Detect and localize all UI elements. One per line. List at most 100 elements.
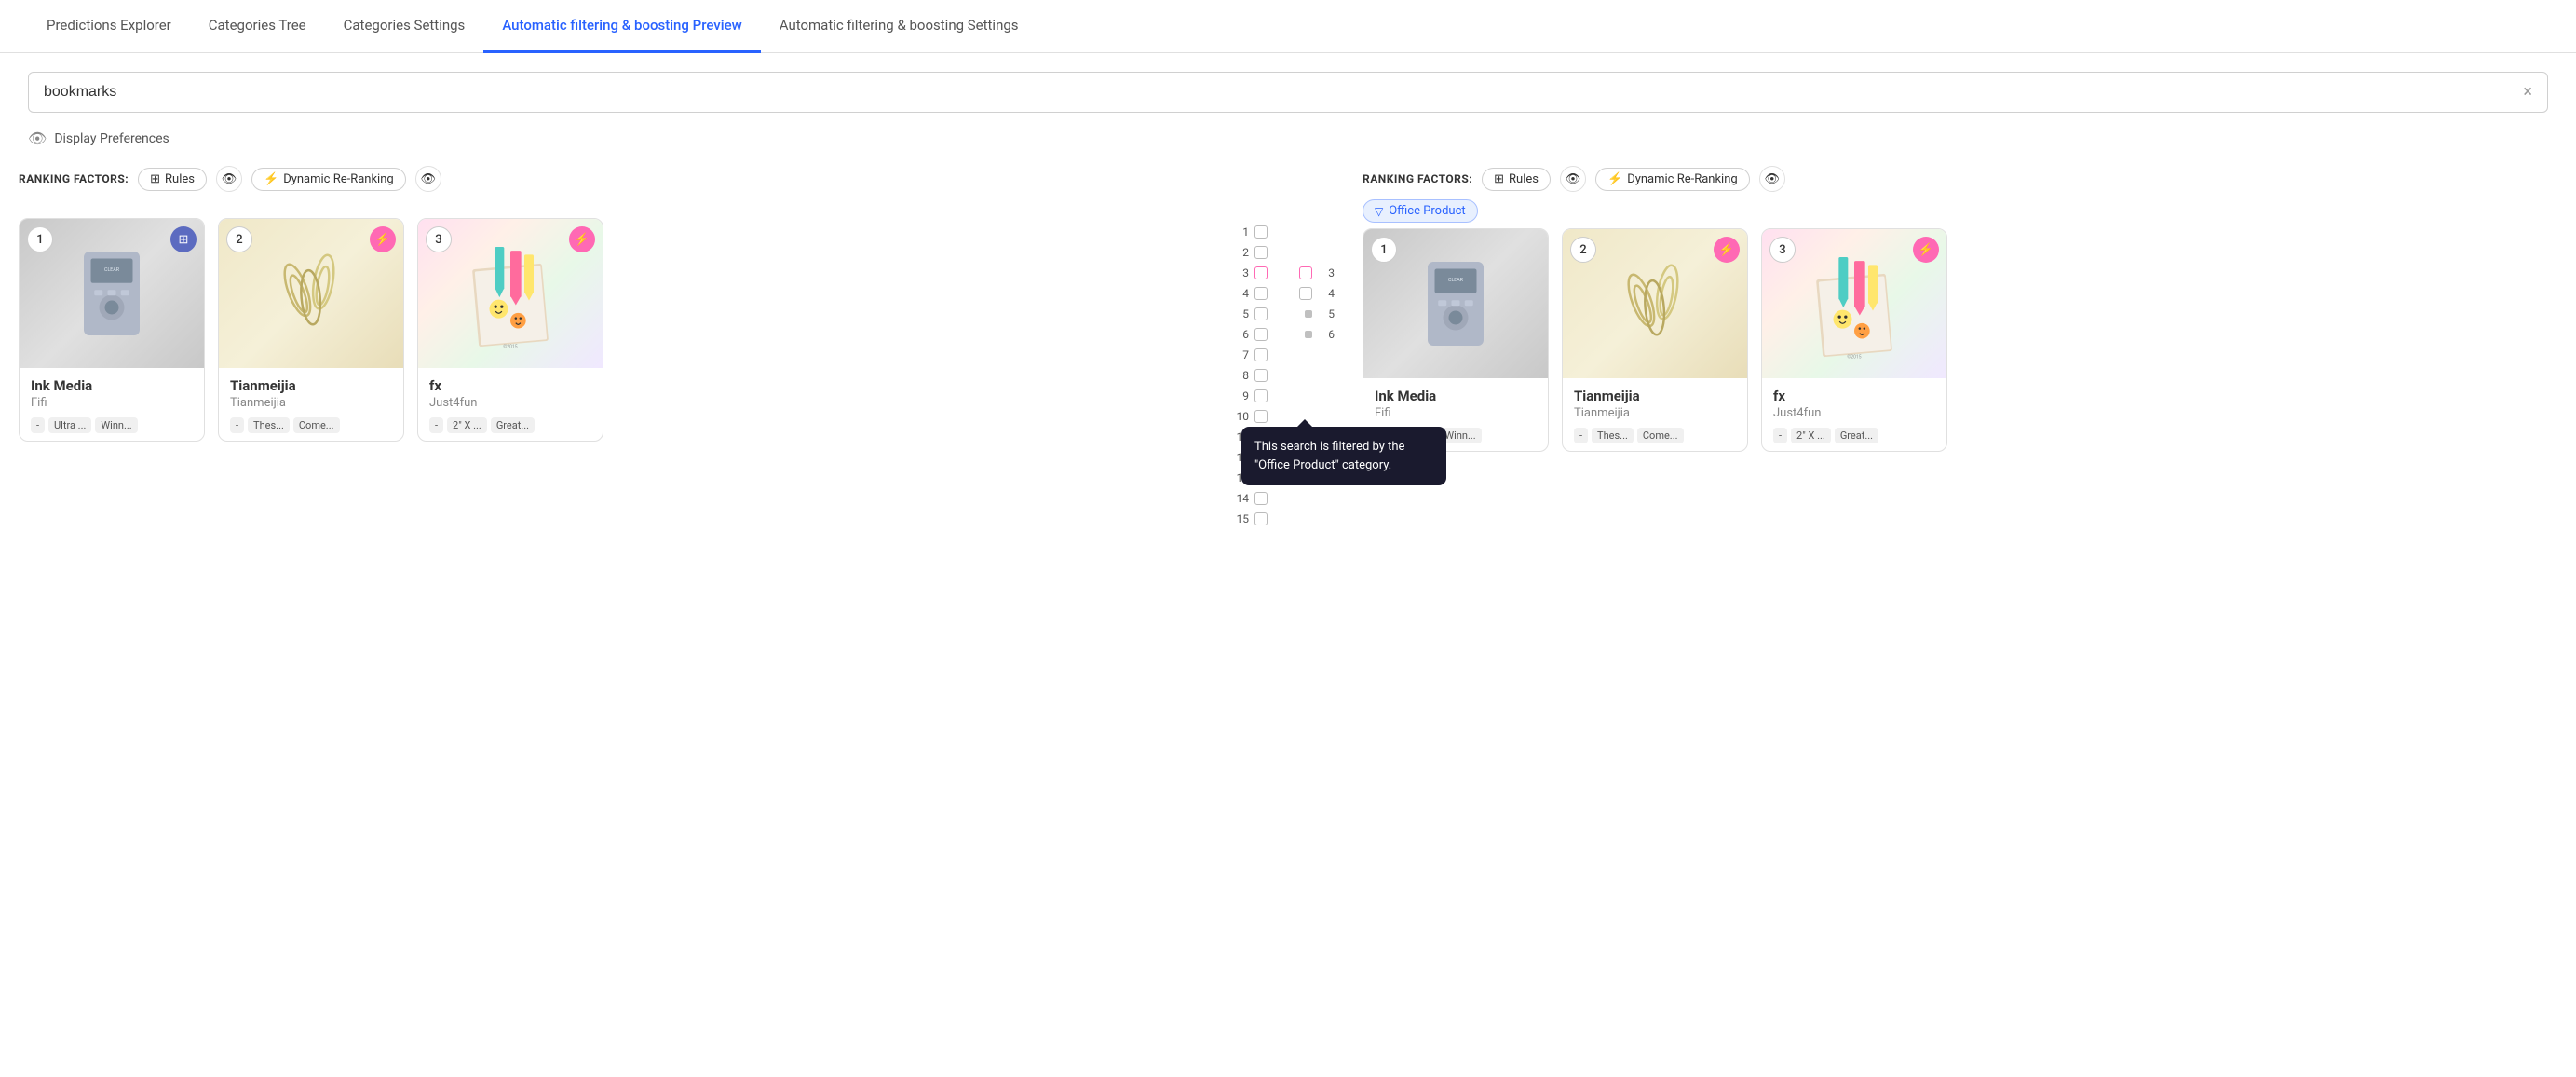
right-card-1: CLEAR 1 Ink Media Fifi - Ultra ... Winn.… (1363, 228, 1549, 452)
right-card-3-subtitle: Just4fun (1773, 406, 1935, 420)
right-card-3-tags: - 2" X ... Great... (1773, 428, 1935, 443)
rank-row-6: 6 6 (1232, 324, 1335, 345)
right-card-3-badge: ⚡ (1913, 237, 1939, 263)
rank-checkbox-14[interactable] (1254, 492, 1268, 505)
rank-row-4: 4 4 (1232, 283, 1335, 304)
right-card-1-position: 1 (1371, 237, 1397, 263)
left-rules-pill[interactable]: ⊞ Rules (138, 168, 207, 191)
rank-checkbox-10[interactable] (1254, 410, 1268, 423)
rank-row-10: 10 (1232, 406, 1335, 427)
right-card-3: ©2015 3 ⚡ fx Just4fun - 2" X ... Great..… (1761, 228, 1947, 452)
left-card-3-badge: ⚡ (569, 226, 595, 252)
svg-text:©2015: ©2015 (1847, 353, 1861, 360)
rank-num-3-left: 3 (1232, 266, 1249, 279)
rank-checkbox-3-left[interactable] (1254, 266, 1268, 279)
right-rules-pill[interactable]: ⊞ Rules (1482, 168, 1551, 191)
search-input[interactable] (44, 84, 2523, 101)
left-card-2-title: Tianmeijia (230, 377, 392, 394)
rank-num-2: 2 (1232, 246, 1249, 259)
left-ranking-factors: RANKING FACTORS: ⊞ Rules 👁 ⚡ Dynamic Re-… (19, 166, 1204, 192)
left-section: RANKING FACTORS: ⊞ Rules 👁 ⚡ Dynamic Re-… (0, 166, 1223, 442)
rank-row-2: 2 (1232, 242, 1335, 263)
tag: Thes... (1592, 428, 1634, 443)
left-card-2: 2 ⚡ Tianmeijia Tianmeijia - Thes... Come… (218, 218, 404, 442)
rank-num-8: 8 (1232, 369, 1249, 382)
tag: Come... (1637, 428, 1684, 443)
rank-checkbox-7[interactable] (1254, 348, 1268, 361)
search-clear-button[interactable]: × (2523, 84, 2532, 101)
rank-list-panel: 1 2 3 3 4 (1223, 166, 1344, 529)
search-box: × (28, 72, 2548, 113)
right-dynamic-reranking-label: Dynamic Re-Ranking (1627, 172, 1738, 186)
tag: Great... (491, 417, 535, 433)
rank-num-6-left: 6 (1232, 328, 1249, 341)
left-rules-label: Rules (165, 172, 195, 186)
rank-row-15: 15 (1232, 509, 1335, 529)
right-card-2-position: 2 (1570, 237, 1596, 263)
left-card-3-subtitle: Just4fun (429, 396, 591, 410)
left-card-1-position: 1 (27, 226, 53, 252)
rank-checkbox-3-right[interactable] (1299, 266, 1312, 279)
filter-chip-label: Office Product (1389, 204, 1465, 218)
left-ranking-factors-label: RANKING FACTORS: (19, 172, 129, 185)
tab-categories-settings[interactable]: Categories Settings (325, 0, 484, 53)
right-dynamic-reranking-pill[interactable]: ⚡ Dynamic Re-Ranking (1595, 168, 1750, 191)
rank-num-3-right: 3 (1318, 266, 1335, 279)
left-rules-eye[interactable]: 👁 (216, 166, 242, 192)
filter-icon: ▽ (1375, 205, 1383, 218)
right-card-1-subtitle: Fifi (1375, 406, 1537, 420)
eye-icon: 👁 (28, 130, 47, 147)
right-dynamic-eye[interactable]: 👁 (1759, 166, 1785, 192)
right-rules-eye[interactable]: 👁 (1560, 166, 1586, 192)
rank-checkbox-6-left[interactable] (1254, 328, 1268, 341)
tag: Come... (293, 417, 340, 433)
left-dynamic-reranking-pill[interactable]: ⚡ Dynamic Re-Ranking (251, 168, 406, 191)
rank-checkbox-4-left[interactable] (1254, 287, 1268, 300)
rules-icon: ⊞ (150, 172, 160, 186)
rank-num-4-right: 4 (1318, 287, 1335, 300)
rank-checkbox-8[interactable] (1254, 369, 1268, 382)
rank-row-3: 3 3 (1232, 263, 1335, 283)
rank-checkbox-5-left[interactable] (1254, 307, 1268, 320)
right-cards-row: CLEAR 1 Ink Media Fifi - Ultra ... Winn.… (1353, 228, 2576, 452)
rank-row-1: 1 (1232, 222, 1335, 242)
display-preferences[interactable]: 👁 Display Preferences (0, 122, 2576, 162)
main-panels: RANKING FACTORS: ⊞ Rules 👁 ⚡ Dynamic Re-… (0, 162, 2576, 529)
tab-auto-filter-preview[interactable]: Automatic filtering & boosting Preview (483, 0, 760, 53)
right-rules-label: Rules (1509, 172, 1539, 186)
left-card-2-body: Tianmeijia Tianmeijia - Thes... Come... (219, 368, 403, 441)
left-card-3-body: fx Just4fun - 2" X ... Great... (418, 368, 603, 441)
left-card-3-position: 3 (426, 226, 452, 252)
rank-checkbox-4-right[interactable] (1299, 287, 1312, 300)
filter-chip-container: ▽ Office Product (1363, 199, 2557, 223)
rank-checkbox-9[interactable] (1254, 389, 1268, 402)
rank-row-9: 9 (1232, 386, 1335, 406)
tab-categories-tree[interactable]: Categories Tree (190, 0, 325, 53)
right-card-3-position: 3 (1769, 237, 1796, 263)
tag: - (1773, 428, 1787, 443)
right-card-3-body: fx Just4fun - 2" X ... Great... (1762, 378, 1946, 451)
rank-checkbox-2[interactable] (1254, 246, 1268, 259)
left-card-3-tags: - 2" X ... Great... (429, 417, 591, 433)
display-prefs-label: Display Preferences (54, 131, 169, 146)
eye-icon: 👁 (1566, 172, 1581, 186)
rank-num-6-right: 6 (1318, 328, 1335, 341)
right-card-2-subtitle: Tianmeijia (1574, 406, 1736, 420)
svg-text:CLEAR: CLEAR (1448, 278, 1464, 283)
right-card-2-title: Tianmeijia (1574, 388, 1736, 404)
left-card-2-tags: - Thes... Come... (230, 417, 392, 433)
rank-checkbox-1[interactable] (1254, 225, 1268, 239)
right-card-1-title: Ink Media (1375, 388, 1537, 404)
rank-num-5-left: 5 (1232, 307, 1249, 320)
tab-auto-filter-settings[interactable]: Automatic filtering & boosting Settings (761, 0, 1037, 53)
rank-num-15: 15 (1232, 512, 1249, 525)
right-ranking-factors: RANKING FACTORS: ⊞ Rules 👁 ⚡ Dynamic Re-… (1363, 166, 2557, 192)
tab-predictions-explorer[interactable]: Predictions Explorer (28, 0, 190, 53)
svg-text:CLEAR: CLEAR (104, 267, 120, 273)
right-section: RANKING FACTORS: ⊞ Rules 👁 ⚡ Dynamic Re-… (1344, 166, 2576, 452)
left-card-3: ©2015 3 ⚡ fx Just4fun - 2" X ... Great..… (417, 218, 603, 442)
rank-checkbox-15[interactable] (1254, 512, 1268, 525)
office-product-filter-chip[interactable]: ▽ Office Product (1363, 199, 1478, 223)
left-dynamic-eye[interactable]: 👁 (415, 166, 441, 192)
right-card-2-badge: ⚡ (1714, 237, 1740, 263)
